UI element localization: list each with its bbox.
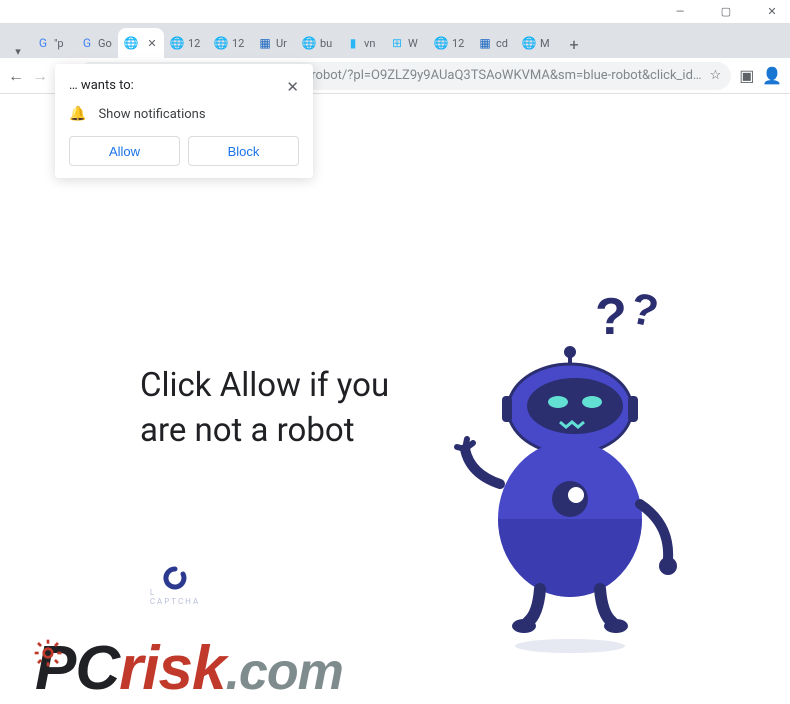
back-button[interactable]: ←	[8, 63, 24, 89]
tab-favicon: ⊞	[390, 36, 404, 50]
tab-label: "p	[54, 37, 64, 50]
tab-search-button[interactable]: ▾	[6, 45, 30, 58]
browser-tab[interactable]: 🌐✕	[118, 28, 164, 58]
watermark-risk: risk	[119, 633, 225, 704]
tab-label: Ur	[276, 37, 287, 50]
tab-close-icon[interactable]: ✕	[146, 37, 158, 49]
gear-icon	[32, 637, 64, 669]
profile-button[interactable]: 👤	[762, 63, 782, 89]
tab-favicon: ▮	[346, 36, 360, 50]
tab-favicon: 🌐	[124, 36, 138, 50]
watermark-com: .com	[225, 642, 342, 702]
tab-label: 12	[232, 37, 244, 50]
browser-tab[interactable]: 🌐 bu	[296, 28, 340, 58]
allow-button[interactable]: Allow	[69, 136, 180, 166]
captcha-badge: L CAPTCHA	[155, 566, 195, 606]
tab-strip: ▾ G"pGGo🌐✕🌐12🌐12▦Ur🌐bu▮vn⊞W🌐12▦cd🌐M +	[0, 24, 790, 58]
notification-title: … wants to:	[69, 78, 134, 93]
bookmark-star-icon[interactable]: ☆	[710, 68, 722, 83]
close-icon[interactable]: ✕	[286, 78, 299, 96]
tab-label: 12	[188, 37, 200, 50]
notification-permission-dialog: … wants to: ✕ 🔔 Show notifications Allow…	[55, 64, 313, 178]
window-title-bar: — ▢ ✕	[0, 0, 790, 24]
browser-tab[interactable]: G "p	[30, 28, 74, 58]
tab-label: M	[540, 37, 550, 50]
url-path: /blue-robot/?pl=O9ZLZ9y9AUaQ3TSAoWKVMA&s…	[278, 68, 702, 83]
tab-favicon: ▦	[258, 36, 272, 50]
browser-tab[interactable]: ▦ cd	[472, 28, 516, 58]
tab-label: vn	[364, 37, 375, 50]
forward-button[interactable]: →	[32, 63, 48, 89]
tab-label: cd	[496, 37, 508, 50]
tab-favicon: 🌐	[302, 36, 316, 50]
extensions-button[interactable]: ▣	[739, 63, 754, 89]
tab-favicon: 🌐	[434, 36, 448, 50]
browser-tab[interactable]: ▦ Ur	[252, 28, 296, 58]
headline-text: Click Allow if you are not a robot	[140, 364, 420, 453]
tab-label: 12	[452, 37, 464, 50]
svg-text:?: ?	[595, 288, 627, 346]
browser-tab[interactable]: ⊞W	[384, 28, 428, 58]
tab-favicon: G	[36, 36, 50, 50]
tab-favicon: 🌐	[522, 36, 536, 50]
browser-tab[interactable]: G Go	[74, 28, 118, 58]
pcrisk-watermark: PC risk .com	[35, 633, 343, 704]
captcha-badge-label: L CAPTCHA	[150, 588, 200, 606]
svg-text:?: ?	[626, 284, 662, 338]
block-button[interactable]: Block	[188, 136, 299, 166]
tab-label: W	[408, 37, 418, 50]
tab-label: Go	[98, 37, 112, 50]
captcha-c-icon	[161, 566, 189, 590]
tab-favicon: ▦	[478, 36, 492, 50]
bell-icon: 🔔	[69, 106, 86, 122]
robot-illustration: ? ?	[420, 274, 720, 654]
page-content: Click Allow if you are not a robot ? ?	[0, 94, 790, 698]
tab-favicon: 🌐	[214, 36, 228, 50]
browser-tab[interactable]: 🌐 12	[208, 28, 252, 58]
new-tab-button[interactable]: +	[560, 30, 588, 58]
close-window-button[interactable]: ✕	[758, 2, 786, 22]
watermark-pc: PC	[35, 633, 119, 704]
tab-favicon: 🌐	[170, 36, 184, 50]
browser-tab[interactable]: 🌐 12	[428, 28, 472, 58]
notification-message: Show notifications	[98, 107, 205, 122]
tab-label: bu	[320, 37, 332, 50]
browser-tab[interactable]: ▮ vn	[340, 28, 384, 58]
tab-favicon: G	[80, 36, 94, 50]
maximize-button[interactable]: ▢	[712, 2, 740, 22]
browser-tab[interactable]: 🌐 12	[164, 28, 208, 58]
browser-tab[interactable]: 🌐M	[516, 28, 560, 58]
minimize-button[interactable]: —	[666, 2, 694, 22]
